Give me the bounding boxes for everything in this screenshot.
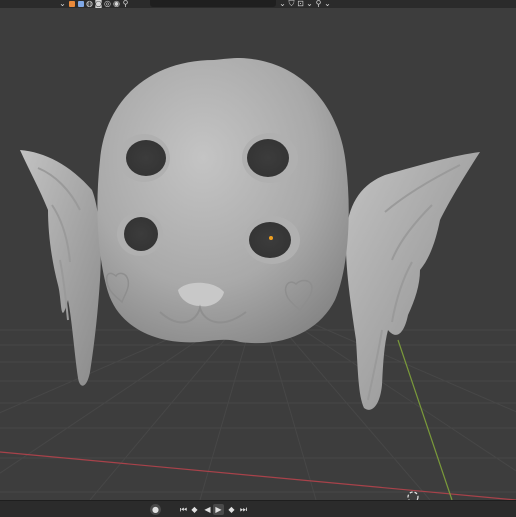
timeline-bar: ● ⏮ ◆ ◀ ▶ ◆ ⏭ bbox=[0, 500, 516, 517]
prev-keyframe-button[interactable]: ◆ bbox=[189, 504, 200, 515]
dropdown-chevron-icon[interactable]: ⌄ bbox=[278, 0, 287, 8]
eye-hole-lower-right bbox=[244, 216, 300, 264]
filter-icon[interactable]: ⛉ bbox=[287, 0, 296, 8]
visibility-icon[interactable]: ◍ bbox=[85, 0, 94, 8]
chevron-down-icon[interactable]: ⌄ bbox=[305, 0, 314, 8]
jump-end-button[interactable]: ⏭ bbox=[238, 504, 249, 515]
material-preview-icon[interactable] bbox=[67, 0, 76, 8]
jump-start-button[interactable]: ⏮ bbox=[178, 504, 189, 515]
next-keyframe-button[interactable]: ◆ bbox=[226, 504, 237, 515]
dropdown-chevron-icon[interactable]: ⌄ bbox=[58, 0, 67, 8]
viewport-header: ⌄ ◍ ◙ ◎ ◉ ⚲ ⌄ ⛉ ⊡ ⌄ ⚲ ⌄ bbox=[0, 0, 516, 8]
chevron-down-icon[interactable]: ⌄ bbox=[323, 0, 332, 8]
y-axis-line bbox=[397, 339, 453, 501]
sphere-icon[interactable]: ◉ bbox=[112, 0, 121, 8]
object-origin bbox=[269, 236, 273, 240]
eye-hole-upper-left bbox=[118, 134, 170, 182]
right-wing[interactable] bbox=[345, 152, 480, 410]
search-icon[interactable]: ⚲ bbox=[121, 0, 130, 8]
search-field[interactable] bbox=[150, 0, 276, 7]
viewport-canvas[interactable] bbox=[0, 0, 516, 503]
eye-hole-upper-right bbox=[242, 133, 298, 183]
3d-cursor[interactable] bbox=[407, 491, 419, 503]
mask-head-mesh[interactable] bbox=[97, 58, 349, 344]
overlay-icon[interactable]: ⊡ bbox=[296, 0, 305, 8]
pin-icon[interactable]: ⚲ bbox=[314, 0, 323, 8]
play-reverse-button[interactable]: ◀ bbox=[202, 504, 213, 515]
eye-hole-lower-left bbox=[117, 212, 163, 256]
play-button[interactable]: ▶ bbox=[213, 504, 224, 515]
record-button[interactable]: ● bbox=[150, 504, 161, 515]
selectability-icon[interactable] bbox=[76, 0, 85, 8]
left-wing[interactable] bbox=[20, 150, 101, 386]
camera-icon[interactable]: ◙ bbox=[94, 0, 103, 8]
render-icon[interactable]: ◎ bbox=[103, 0, 112, 8]
3d-viewport[interactable] bbox=[0, 0, 516, 503]
